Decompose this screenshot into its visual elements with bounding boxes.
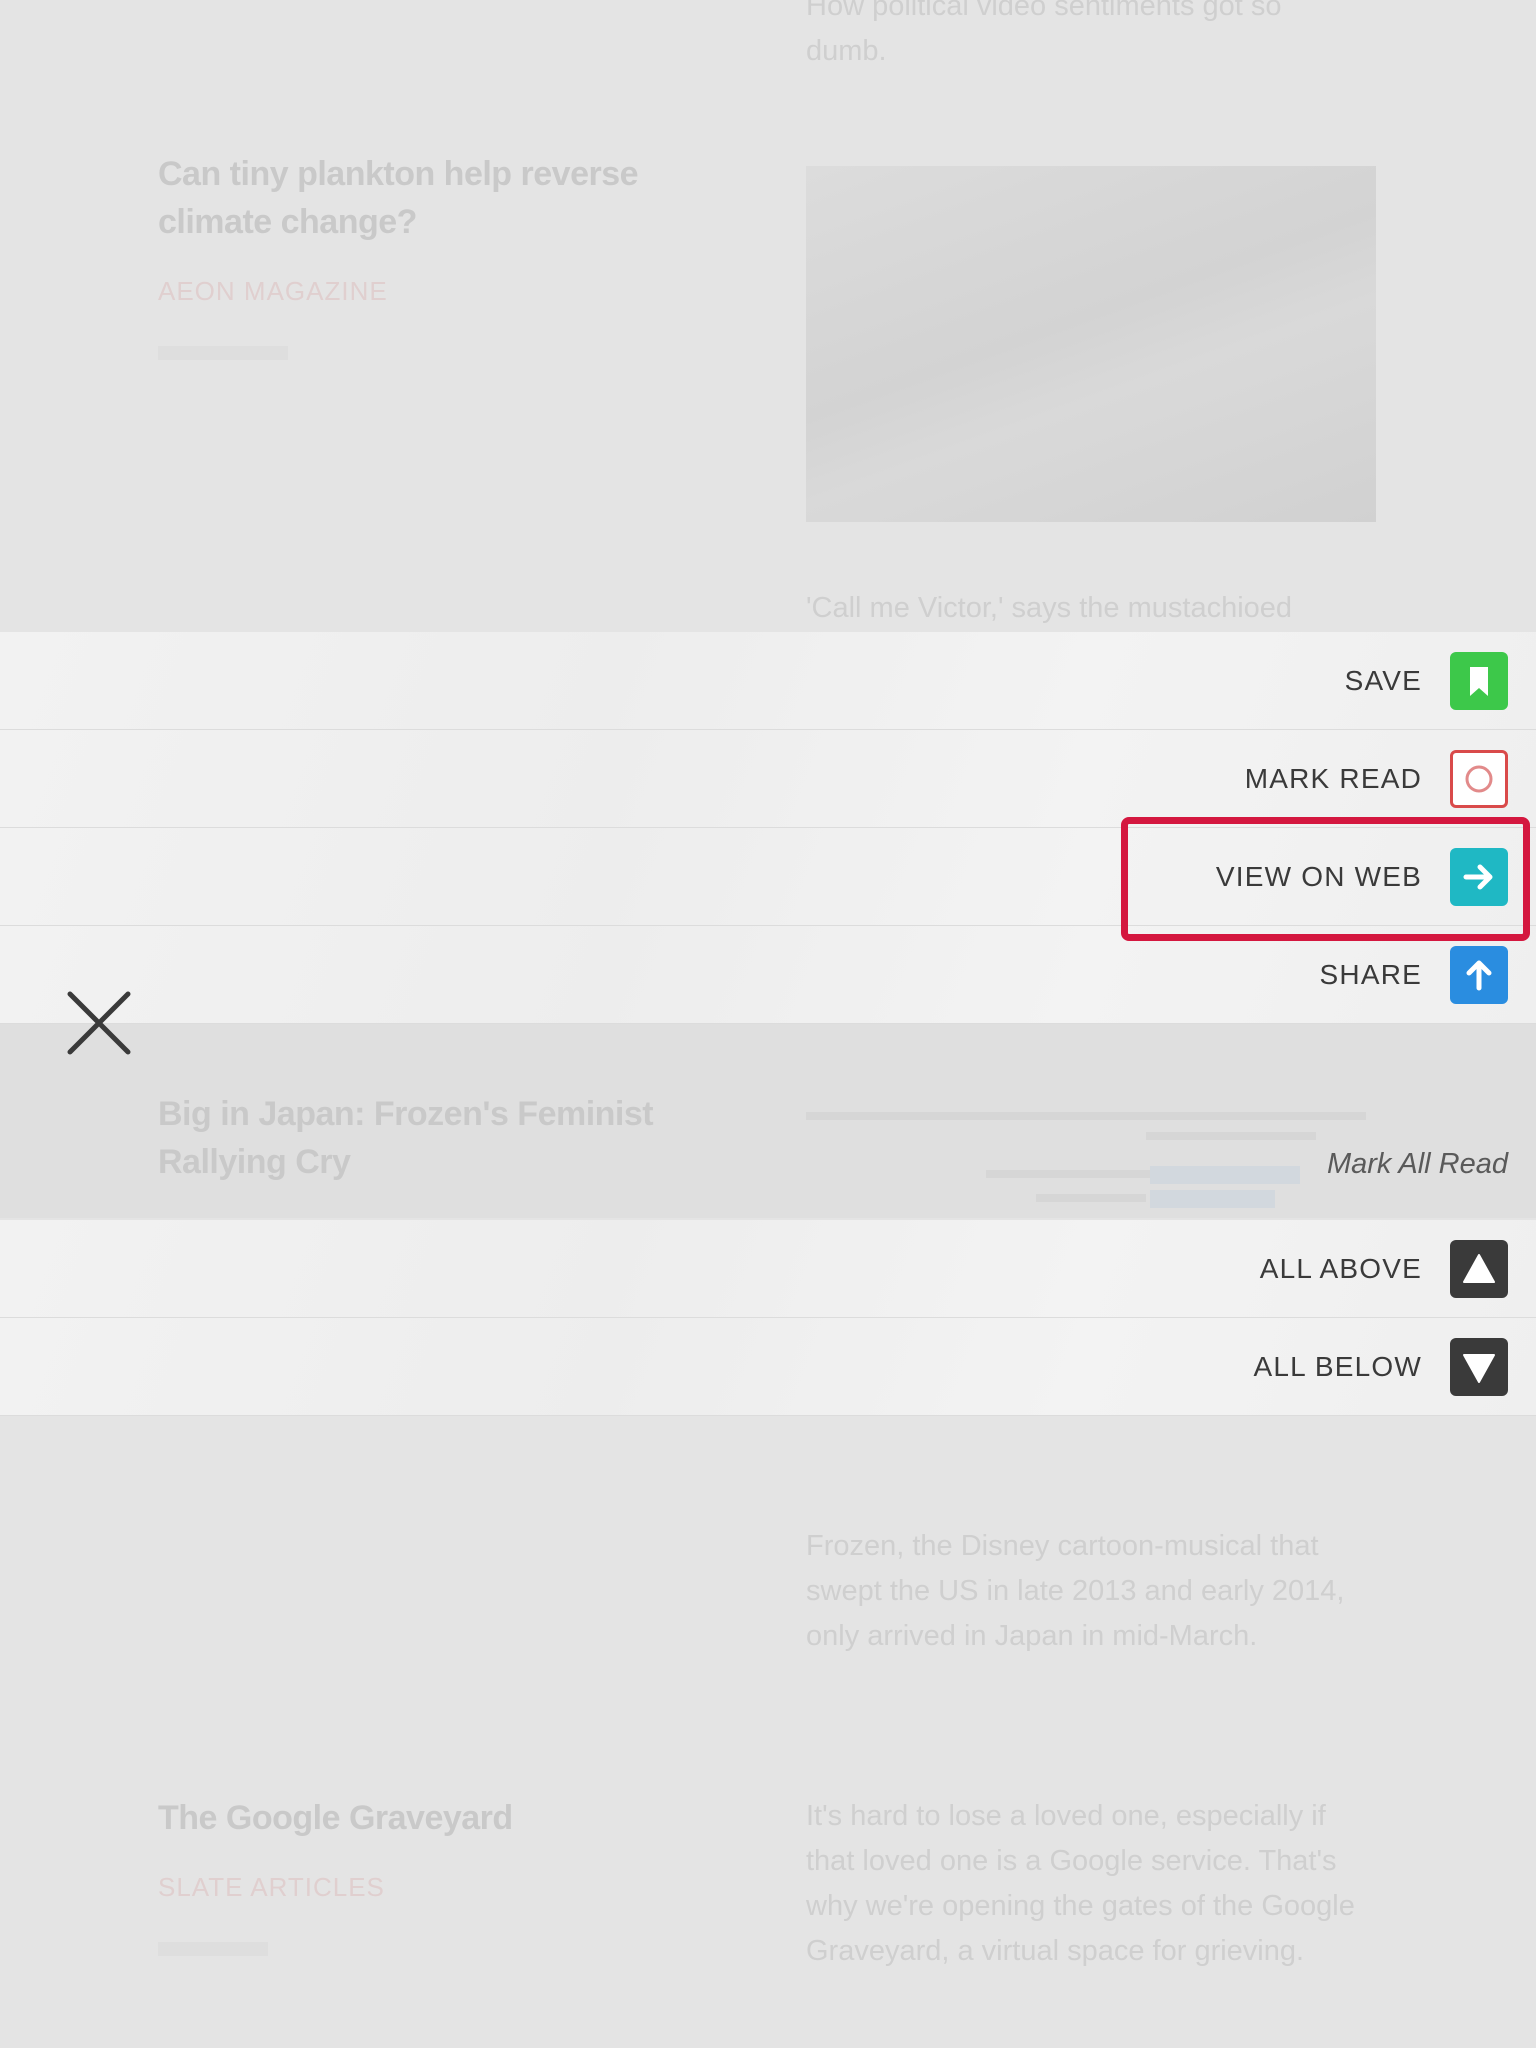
arrow-up-icon[interactable] <box>1450 946 1508 1004</box>
close-icon[interactable] <box>66 990 132 1056</box>
article-thumbnail <box>806 166 1376 522</box>
article-title[interactable]: The Google Graveyard <box>158 1794 698 1842</box>
article-meta <box>158 346 288 360</box>
article-title[interactable]: Can tiny plankton help reverse climate c… <box>158 150 698 246</box>
save-row[interactable]: SAVE <box>0 632 1536 730</box>
article-source: SLATE ARTICLES <box>158 1872 385 1902</box>
all-below-label: ALL BELOW <box>1253 1351 1422 1382</box>
bookmark-icon[interactable] <box>1450 652 1508 710</box>
circle-icon[interactable] <box>1450 750 1508 808</box>
view-on-web-highlight <box>1121 817 1530 941</box>
triangle-up-icon[interactable] <box>1450 1240 1508 1298</box>
all-above-label: ALL ABOVE <box>1259 1253 1422 1284</box>
article-excerpt: How political video sentiments got so du… <box>806 0 1282 67</box>
article-excerpt: It's hard to lose a loved one, especiall… <box>806 1800 1355 1967</box>
triangle-down-icon[interactable] <box>1450 1338 1508 1396</box>
mark-read-row[interactable]: MARK READ <box>0 730 1536 828</box>
article-thumbnail-chart <box>806 1108 1366 1208</box>
article-meta <box>158 1942 268 1956</box>
all-above-row[interactable]: ALL ABOVE <box>0 1220 1536 1318</box>
article-excerpt: Frozen, the Disney cartoon-musical that … <box>806 1530 1345 1652</box>
save-label: SAVE <box>1344 665 1422 696</box>
article-source: AEON MAGAZINE <box>158 276 388 306</box>
all-below-row[interactable]: ALL BELOW <box>0 1318 1536 1416</box>
article-excerpt: 'Call me Victor,' says the mustachioed <box>806 592 1293 624</box>
mark-all-read-heading: Mark All Read <box>1326 1148 1508 1180</box>
article-title[interactable]: Big in Japan: Frozen's Feminist Rallying… <box>158 1090 698 1186</box>
mark-read-label: MARK READ <box>1244 763 1422 794</box>
